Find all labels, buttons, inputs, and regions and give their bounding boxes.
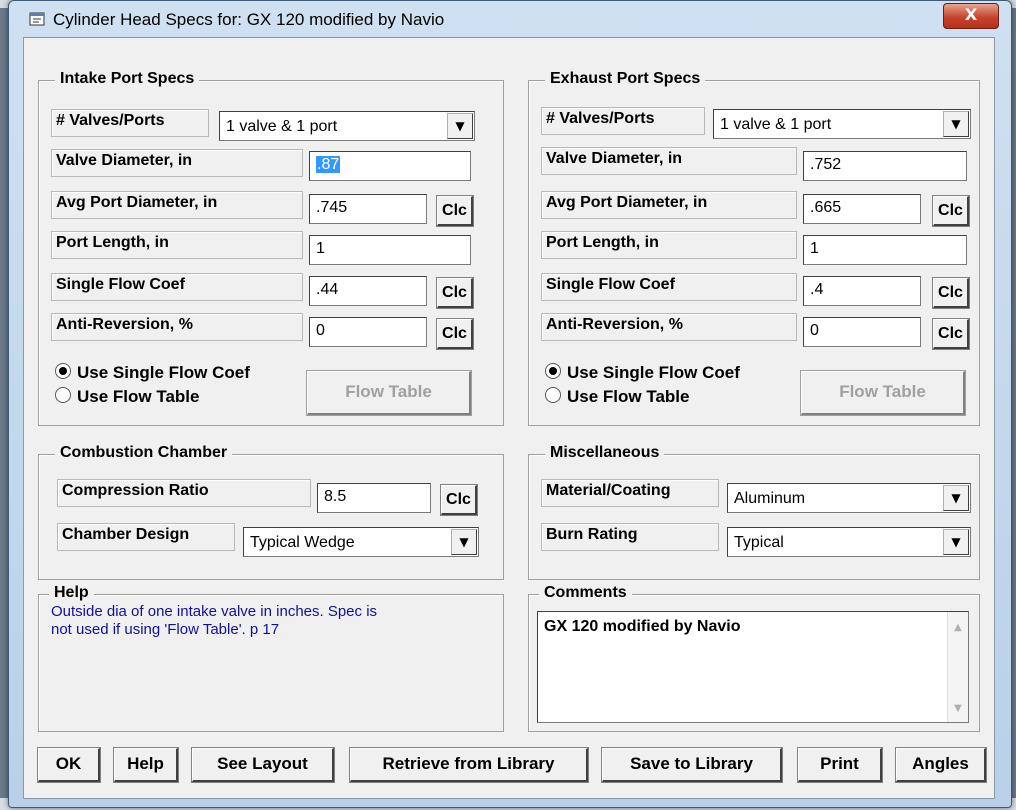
intake-port-length-label: Port Length, in: [51, 231, 303, 259]
combustion-chamber-group: Combustion Chamber Compression Ratio 8.5…: [38, 444, 504, 580]
intake-valves-label: # Valves/Ports: [51, 109, 209, 137]
dialog-client-area: Intake Port Specs # Valves/Ports 1 valve…: [23, 37, 995, 799]
dialog-window: Cylinder Head Specs for: GX 120 modified…: [8, 0, 1012, 808]
chevron-down-icon[interactable]: ▼: [447, 113, 473, 139]
ok-button[interactable]: OK: [37, 747, 101, 783]
intake-radio-table-label: Use Flow Table: [77, 387, 200, 406]
help-button[interactable]: Help: [113, 747, 179, 783]
intake-port-specs-group: Intake Port Specs # Valves/Ports 1 valve…: [38, 70, 504, 426]
help-group: Help Outside dia of one intake valve in …: [38, 584, 504, 732]
combustion-legend: Combustion Chamber: [55, 444, 233, 462]
exhaust-anti-reversion-input[interactable]: 0: [803, 317, 921, 347]
material-coating-label: Material/Coating: [541, 479, 719, 507]
save-to-library-button[interactable]: Save to Library: [601, 747, 783, 783]
intake-legend: Intake Port Specs: [55, 70, 200, 88]
exhaust-radio-single-label: Use Single Flow Coef: [567, 363, 740, 382]
exhaust-valves-value: 1 valve & 1 port: [720, 116, 832, 133]
comments-text: GX 120 modified by Navio: [544, 618, 741, 635]
comments-group: Comments GX 120 modified by Navio ▲ ▼: [528, 584, 980, 732]
intake-flow-coef-clc-button[interactable]: Clc: [436, 277, 474, 309]
intake-valve-diameter-label: Valve Diameter, in: [51, 149, 303, 177]
exhaust-flow-coef-label: Single Flow Coef: [541, 273, 797, 301]
close-button[interactable]: X: [943, 3, 999, 29]
help-text-line-1: Outside dia of one intake valve in inche…: [51, 603, 378, 620]
misc-legend: Miscellaneous: [545, 444, 665, 462]
radio-selected-icon[interactable]: [55, 363, 71, 379]
close-icon: X: [964, 5, 978, 24]
intake-anti-reversion-input[interactable]: 0: [309, 317, 427, 347]
angles-button[interactable]: Angles: [895, 747, 987, 783]
intake-flow-coef-input[interactable]: .44: [309, 276, 427, 306]
window-title: Cylinder Head Specs for: GX 120 modified…: [53, 10, 445, 29]
intake-flow-table-button[interactable]: Flow Table: [306, 370, 472, 416]
compression-ratio-input[interactable]: 8.5: [317, 483, 431, 513]
intake-radio-flow-table[interactable]: Use Flow Table: [55, 387, 200, 407]
burn-rating-label: Burn Rating: [541, 523, 719, 551]
intake-anti-reversion-clc-button[interactable]: Clc: [436, 318, 474, 350]
miscellaneous-group: Miscellaneous Material/Coating Aluminum …: [528, 444, 980, 580]
chevron-down-icon[interactable]: ▼: [943, 111, 969, 137]
exhaust-legend: Exhaust Port Specs: [545, 70, 706, 88]
exhaust-flow-coef-input[interactable]: .4: [803, 276, 921, 306]
print-button[interactable]: Print: [797, 747, 883, 783]
exhaust-port-specs-group: Exhaust Port Specs # Valves/Ports 1 valv…: [528, 70, 980, 426]
burn-rating-select[interactable]: Typical ▼: [727, 527, 971, 557]
comments-textarea[interactable]: GX 120 modified by Navio ▲ ▼: [537, 611, 969, 723]
compression-ratio-clc-button[interactable]: Clc: [440, 484, 478, 516]
intake-flow-coef-label: Single Flow Coef: [51, 273, 303, 301]
exhaust-port-length-label: Port Length, in: [541, 231, 797, 259]
exhaust-flow-table-button[interactable]: Flow Table: [800, 370, 966, 416]
title-bar[interactable]: Cylinder Head Specs for: GX 120 modified…: [9, 1, 1011, 37]
exhaust-valves-label: # Valves/Ports: [541, 107, 705, 135]
compression-ratio-label: Compression Ratio: [57, 479, 311, 507]
scroll-up-icon[interactable]: ▲: [948, 622, 968, 633]
intake-port-diameter-input[interactable]: .745: [309, 194, 427, 224]
intake-port-diameter-label: Avg Port Diameter, in: [51, 191, 303, 219]
intake-valves-value: 1 valve & 1 port: [226, 118, 338, 135]
comments-scrollbar[interactable]: ▲ ▼: [947, 612, 968, 722]
chevron-down-icon[interactable]: ▼: [451, 529, 477, 555]
burn-rating-value: Typical: [734, 534, 784, 551]
exhaust-valves-select[interactable]: 1 valve & 1 port ▼: [713, 109, 971, 139]
radio-unselected-icon[interactable]: [545, 387, 561, 403]
intake-valve-diameter-value: .87: [316, 156, 341, 173]
exhaust-port-diameter-input[interactable]: .665: [803, 194, 921, 224]
exhaust-port-length-input[interactable]: 1: [803, 235, 967, 265]
help-legend: Help: [49, 584, 94, 602]
chamber-design-select[interactable]: Typical Wedge ▼: [243, 527, 479, 557]
radio-unselected-icon[interactable]: [55, 387, 71, 403]
radio-selected-icon[interactable]: [545, 363, 561, 379]
chevron-down-icon[interactable]: ▼: [943, 529, 969, 555]
help-text-line-2: not used if using 'Flow Table'. p 17: [51, 621, 280, 638]
exhaust-radio-table-label: Use Flow Table: [567, 387, 690, 406]
app-icon: [29, 12, 45, 26]
exhaust-anti-reversion-label: Anti-Reversion, %: [541, 313, 797, 341]
scroll-down-icon[interactable]: ▼: [948, 703, 968, 714]
exhaust-anti-reversion-clc-button[interactable]: Clc: [932, 318, 970, 350]
intake-valve-diameter-input[interactable]: .87: [309, 151, 471, 181]
exhaust-port-diameter-clc-button[interactable]: Clc: [932, 195, 970, 227]
intake-valves-select[interactable]: 1 valve & 1 port ▼: [219, 111, 475, 141]
see-layout-button[interactable]: See Layout: [191, 747, 335, 783]
intake-port-diameter-clc-button[interactable]: Clc: [436, 195, 474, 227]
retrieve-from-library-button[interactable]: Retrieve from Library: [349, 747, 589, 783]
exhaust-port-diameter-label: Avg Port Diameter, in: [541, 191, 797, 219]
material-coating-value: Aluminum: [734, 490, 806, 507]
chamber-design-label: Chamber Design: [57, 523, 235, 551]
intake-anti-reversion-label: Anti-Reversion, %: [51, 313, 303, 341]
intake-port-length-input[interactable]: 1: [309, 235, 471, 265]
intake-radio-single-flow-coef[interactable]: Use Single Flow Coef: [55, 363, 250, 383]
exhaust-radio-single-flow-coef[interactable]: Use Single Flow Coef: [545, 363, 740, 383]
chamber-design-value: Typical Wedge: [250, 534, 355, 551]
exhaust-flow-coef-clc-button[interactable]: Clc: [932, 277, 970, 309]
exhaust-radio-flow-table[interactable]: Use Flow Table: [545, 387, 690, 407]
intake-radio-single-label: Use Single Flow Coef: [77, 363, 250, 382]
comments-legend: Comments: [539, 584, 632, 602]
exhaust-valve-diameter-label: Valve Diameter, in: [541, 147, 797, 175]
exhaust-valve-diameter-input[interactable]: .752: [803, 151, 967, 181]
material-coating-select[interactable]: Aluminum ▼: [727, 483, 971, 513]
chevron-down-icon[interactable]: ▼: [943, 485, 969, 511]
